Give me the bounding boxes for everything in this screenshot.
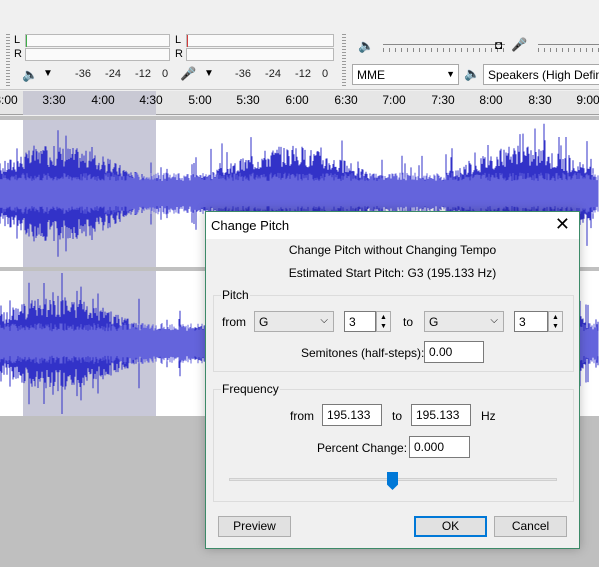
ruler-tick-label: 6:30	[334, 93, 358, 107]
toolbar-grip[interactable]	[342, 34, 346, 86]
chevron-down-icon[interactable]: ▼	[380, 323, 387, 330]
semitones-label: Semitones (half-steps):	[301, 346, 425, 360]
chevron-down-icon[interactable]: ▼	[204, 67, 214, 81]
frequency-from-input[interactable]: 195.133	[322, 404, 382, 426]
to-note-select[interactable]: G ⌵	[424, 311, 504, 332]
slider-thumb[interactable]: ◘	[495, 38, 502, 52]
chevron-down-icon: ⌵	[320, 315, 328, 326]
toolbar-grip[interactable]	[6, 34, 10, 86]
chevron-down-icon[interactable]: ▼	[43, 67, 53, 81]
cancel-button[interactable]: Cancel	[494, 516, 567, 537]
dialog-title: Change Pitch	[211, 218, 290, 233]
microphone-icon[interactable]: 🎤	[180, 67, 196, 81]
record-meter-left[interactable]: L	[175, 34, 334, 47]
speaker-icon: 🔈	[464, 66, 481, 81]
ok-button[interactable]: OK	[414, 516, 487, 537]
meter-channel-label: R	[14, 48, 22, 60]
frequency-group-label: Frequency	[221, 382, 280, 396]
audio-host-select[interactable]: MME ▼	[352, 64, 459, 85]
record-volume-slider[interactable]	[538, 44, 599, 45]
slider-ticks	[538, 48, 599, 52]
meter-level-mark	[26, 35, 27, 47]
ruler-tick-label: 6:00	[285, 93, 309, 107]
chevron-down-icon: ▼	[446, 69, 455, 79]
record-meter-right[interactable]: R	[175, 48, 334, 61]
ruler-tick-label: 8:00	[479, 93, 503, 107]
pitch-group-label: Pitch	[221, 288, 250, 302]
frequency-unit: Hz	[481, 409, 496, 423]
dialog-titlebar[interactable]: Change Pitch ✕	[206, 212, 579, 239]
pitch-from-label: from	[222, 315, 246, 329]
ruler-tick-label: 5:30	[236, 93, 260, 107]
speaker-icon[interactable]: 🔈	[22, 68, 38, 82]
to-octave-stepper[interactable]: ▲ ▼	[548, 311, 563, 332]
timeline-ruler[interactable]: 3:00 3:30 4:00 4:30 5:00 5:30 6:00 6:30 …	[0, 91, 599, 115]
output-device-select[interactable]: Speakers (High Definiti	[483, 64, 599, 85]
slider-ticks	[383, 48, 505, 52]
from-note-select[interactable]: G ⌵	[254, 311, 334, 332]
playback-meter-right[interactable]: R	[14, 48, 170, 61]
ruler-tick-label: 3:30	[42, 93, 66, 107]
change-pitch-dialog: Change Pitch ✕ Change Pitch without Chan…	[205, 211, 580, 549]
toolbar: L R L R 🔈 ▼ -36 -24 -12 0 🎤 ▼ -36 -24 -12 0 🔈 …	[0, 0, 599, 90]
frequency-to-input[interactable]: 195.133	[411, 404, 471, 426]
meter-channel-label: L	[14, 34, 21, 46]
speaker-icon: 🔈	[358, 38, 375, 53]
meter-channel-label: R	[175, 48, 183, 60]
meter-channel-label: L	[175, 34, 182, 46]
audacity-window: L R L R 🔈 ▼ -36 -24 -12 0 🎤 ▼ -36 -24 -12 0 🔈 …	[0, 0, 599, 567]
frequency-from-label: from	[290, 409, 314, 423]
chevron-down-icon[interactable]: ▼	[552, 323, 559, 330]
frequency-to-label: to	[392, 409, 403, 423]
playback-meter-scale: -36 -24 -12 0	[75, 68, 169, 80]
ruler-tick-label: 5:00	[188, 93, 212, 107]
chevron-up-icon[interactable]: ▲	[380, 314, 387, 321]
preview-button[interactable]: Preview	[218, 516, 291, 537]
playback-meter-left[interactable]: L	[14, 34, 170, 47]
dialog-subtitle: Change Pitch without Changing Tempo	[288, 243, 497, 257]
ruler-tick-label: 4:00	[91, 93, 115, 107]
from-octave-input[interactable]: 3	[344, 311, 376, 332]
ruler-tick-label: 7:00	[382, 93, 406, 107]
ruler-tick-label: 7:30	[431, 93, 455, 107]
ruler-tick-label: 4:30	[139, 93, 163, 107]
playback-volume-slider[interactable]	[383, 44, 505, 45]
from-octave-stepper[interactable]: ▲ ▼	[376, 311, 391, 332]
pitch-group: Pitch	[213, 288, 574, 372]
record-meter-scale: -36 -24 -12 0	[235, 68, 329, 80]
estimated-start-pitch: Estimated Start Pitch: G3 (195.133 Hz)	[288, 266, 497, 280]
ruler-tick-label: 3:00	[0, 93, 18, 107]
semitones-input[interactable]: 0.00	[424, 341, 484, 363]
ruler-tick-label: 9:00	[576, 93, 599, 107]
pitch-to-label: to	[403, 315, 414, 329]
meter-level-mark	[187, 35, 188, 47]
ruler-tick-label: 8:30	[528, 93, 552, 107]
chevron-up-icon[interactable]: ▲	[552, 314, 559, 321]
microphone-icon: 🎤	[511, 37, 528, 52]
to-octave-input[interactable]: 3	[514, 311, 548, 332]
percent-change-input[interactable]: 0.000	[409, 436, 470, 458]
percent-change-label: Percent Change:	[317, 441, 408, 455]
chevron-down-icon: ⌵	[490, 315, 498, 326]
close-icon[interactable]: ✕	[555, 214, 570, 235]
